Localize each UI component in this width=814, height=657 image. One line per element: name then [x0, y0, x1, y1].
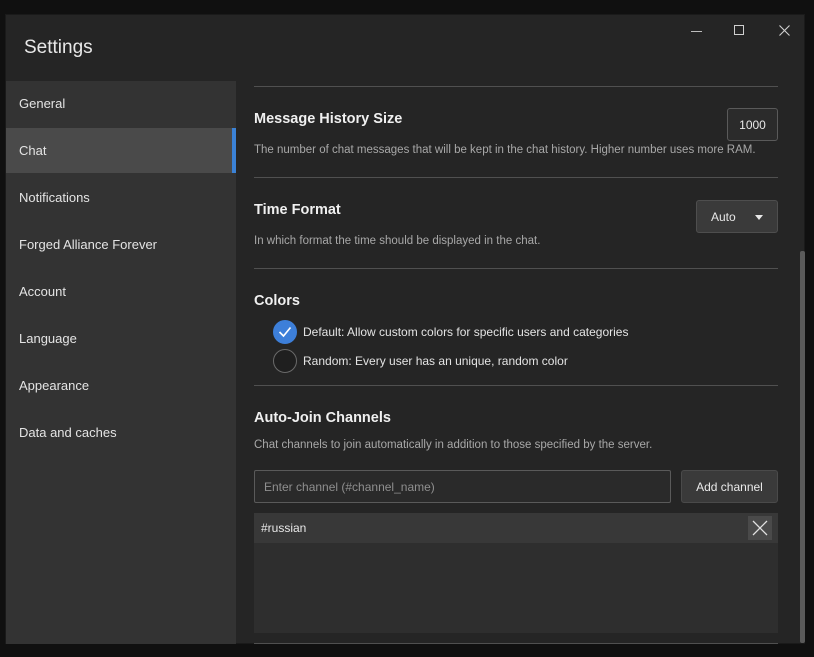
history-size-title: Message History Size — [254, 111, 403, 127]
close-icon — [778, 24, 790, 36]
divider — [254, 268, 778, 269]
color-option-random[interactable]: Random: Every user has an unique, random… — [273, 349, 568, 373]
maximize-icon — [734, 25, 744, 35]
time-format-value: Auto — [711, 209, 736, 224]
close-icon — [752, 520, 768, 536]
divider — [254, 385, 778, 386]
settings-sidebar: General Chat Notifications Forged Allian… — [6, 81, 236, 644]
window-title: Settings — [24, 37, 93, 58]
remove-channel-button[interactable] — [748, 516, 772, 540]
time-format-title: Time Format — [254, 202, 341, 218]
radio-button[interactable] — [273, 349, 297, 373]
close-button[interactable] — [771, 21, 797, 39]
sidebar-item-chat[interactable]: Chat — [6, 128, 236, 173]
channel-list: #russian — [254, 513, 778, 633]
history-size-input[interactable]: 1000 — [727, 108, 778, 141]
maximize-button[interactable] — [726, 21, 752, 39]
sidebar-item-notifications[interactable]: Notifications — [6, 175, 236, 220]
title-bar: Settings — [6, 15, 804, 81]
minimize-button[interactable] — [683, 21, 709, 39]
divider — [254, 643, 778, 644]
color-option-default-label: Default: Allow custom colors for specifi… — [303, 325, 629, 339]
colors-title: Colors — [254, 293, 300, 309]
checkmark-icon — [278, 326, 292, 338]
color-option-default[interactable]: Default: Allow custom colors for specifi… — [273, 320, 628, 344]
sidebar-item-language[interactable]: Language — [6, 316, 236, 361]
sidebar-item-appearance[interactable]: Appearance — [6, 363, 236, 408]
time-format-description: In which format the time should be displ… — [254, 235, 541, 247]
color-option-random-label: Random: Every user has an unique, random… — [303, 354, 568, 368]
channel-name: #russian — [261, 521, 307, 535]
sidebar-item-forged-alliance-forever[interactable]: Forged Alliance Forever — [6, 222, 236, 267]
auto-join-description: Chat channels to join automatically in a… — [254, 439, 653, 451]
auto-join-title: Auto-Join Channels — [254, 410, 391, 426]
settings-content: Message History Size 1000 The number of … — [236, 81, 806, 644]
list-item[interactable]: #russian — [254, 513, 778, 543]
scrollbar[interactable] — [800, 251, 805, 643]
chevron-down-icon — [755, 215, 763, 220]
channel-input[interactable] — [254, 470, 671, 503]
divider — [254, 177, 778, 178]
time-format-dropdown[interactable]: Auto — [696, 200, 778, 233]
sidebar-item-account[interactable]: Account — [6, 269, 236, 314]
history-size-description: The number of chat messages that will be… — [254, 144, 756, 156]
divider — [254, 86, 778, 87]
settings-window: Settings General Chat Notifications Forg… — [5, 14, 805, 644]
sidebar-item-data-and-caches[interactable]: Data and caches — [6, 410, 236, 455]
radio-button-checked[interactable] — [273, 320, 297, 344]
minimize-icon — [690, 30, 702, 32]
add-channel-button[interactable]: Add channel — [681, 470, 778, 503]
sidebar-item-general[interactable]: General — [6, 81, 236, 126]
